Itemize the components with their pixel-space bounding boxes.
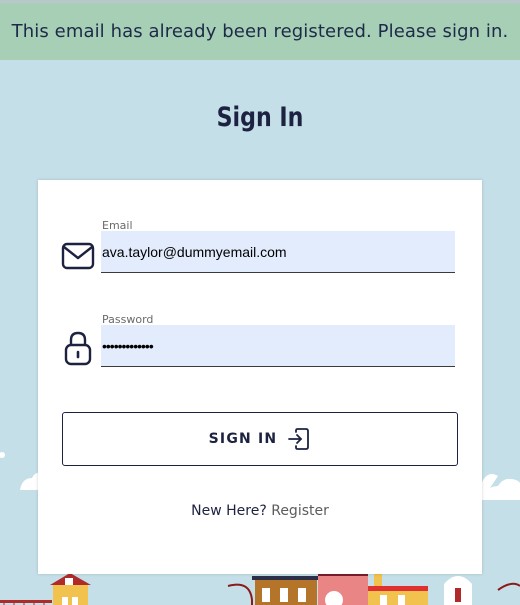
railing-decoration [497, 582, 520, 591]
sign-in-button-label: SIGN IN [208, 431, 278, 447]
building-decoration [368, 574, 428, 605]
sign-in-button[interactable]: SIGN IN [62, 412, 458, 466]
alert-banner: This email has already been registered. … [0, 3, 520, 60]
email-field[interactable] [101, 231, 455, 273]
tower-decoration [444, 576, 472, 605]
lamp-decoration [227, 583, 253, 605]
mail-icon [61, 242, 95, 270]
password-field[interactable] [101, 325, 455, 367]
register-prompt: New Here? Register [38, 503, 482, 519]
railing-decoration [0, 600, 52, 605]
alert-message: This email has already been registered. … [11, 21, 509, 42]
page-title: Sign In [216, 102, 304, 133]
new-here-text: New Here? [191, 503, 267, 519]
house-decoration [50, 573, 91, 605]
sign-in-icon [288, 428, 310, 450]
register-link[interactable]: Register [271, 503, 329, 519]
lock-icon [64, 331, 92, 366]
building-decoration [252, 576, 318, 605]
cloud-decoration [482, 474, 520, 500]
building-decoration [318, 572, 368, 605]
